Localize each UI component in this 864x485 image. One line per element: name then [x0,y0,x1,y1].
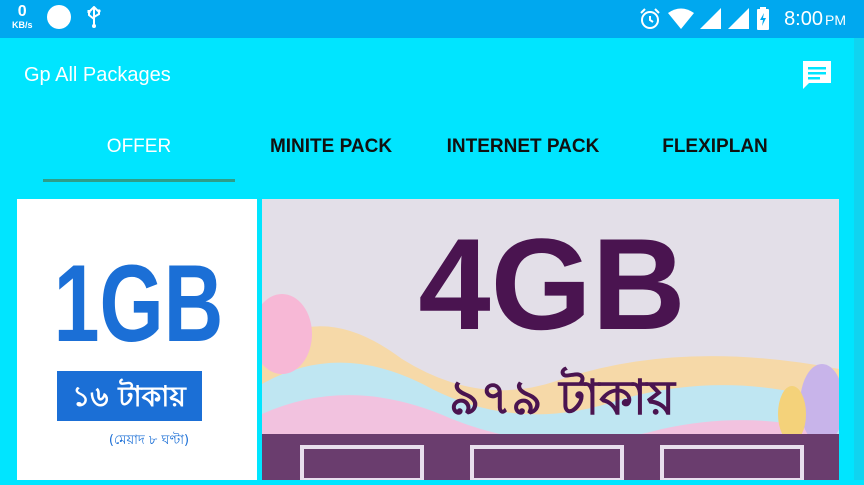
app-title: Gp All Packages [24,64,171,86]
offer-4gb-price: ৯৭৯ টাকায় [449,366,677,426]
tab-indicator [43,179,235,182]
app-bar: Gp All Packages [0,38,864,112]
net-speed: 0 KB/s [12,4,33,30]
offer-4gb-image: 4GB ৯৭৯ টাকায় [262,211,839,480]
net-speed-value: 0 [17,3,27,20]
tab-bar: OFFER MINITE PACK INTERNET PACK FLEXIPLA… [0,112,864,182]
net-speed-unit: KB/s [12,20,33,30]
tab-offer[interactable]: OFFER [43,136,235,158]
tab-internet-pack[interactable]: INTERNET PACK [427,136,619,158]
offer-1gb-big-text: 1GB [54,241,224,364]
status-left: 0 KB/s [12,4,103,30]
signal-icon [700,8,722,29]
scroll-edge [854,38,864,480]
tab-minite-pack[interactable]: MINITE PACK [235,136,427,158]
offer-4gb-big-text: 4GB [418,211,685,357]
usb-icon [87,6,101,28]
clock-time: 8:00 [784,7,823,30]
signal-icon [728,8,750,29]
message-icon[interactable] [800,58,834,92]
tab-flexiplan[interactable]: FLEXIPLAN [619,136,811,158]
clock: 8:00 PM [784,8,846,31]
status-bar: 0 KB/s 8:00 PM [0,0,864,38]
offer-card-1gb[interactable]: 1GB ১৬ টাকায় (মেয়াদ ৮ ঘণ্টা) [17,199,257,480]
battery-charging-icon [757,7,770,30]
offer-1gb-price: ১৬ টাকায় [72,378,187,413]
circle-icon [46,5,71,29]
offer-1gb-note: (মেয়াদ ৮ ঘণ্টা) [109,431,189,448]
alarm-icon [640,8,660,29]
wifi-icon [668,8,695,29]
clock-ampm: PM [825,11,846,28]
offer-1gb-image: 1GB ১৬ টাকায় (মেয়াদ ৮ ঘণ্টা) [54,241,224,448]
offer-card-4gb[interactable]: 4GB ৯৭৯ টাকায় [262,199,839,480]
status-right: 8:00 PM [638,7,846,31]
